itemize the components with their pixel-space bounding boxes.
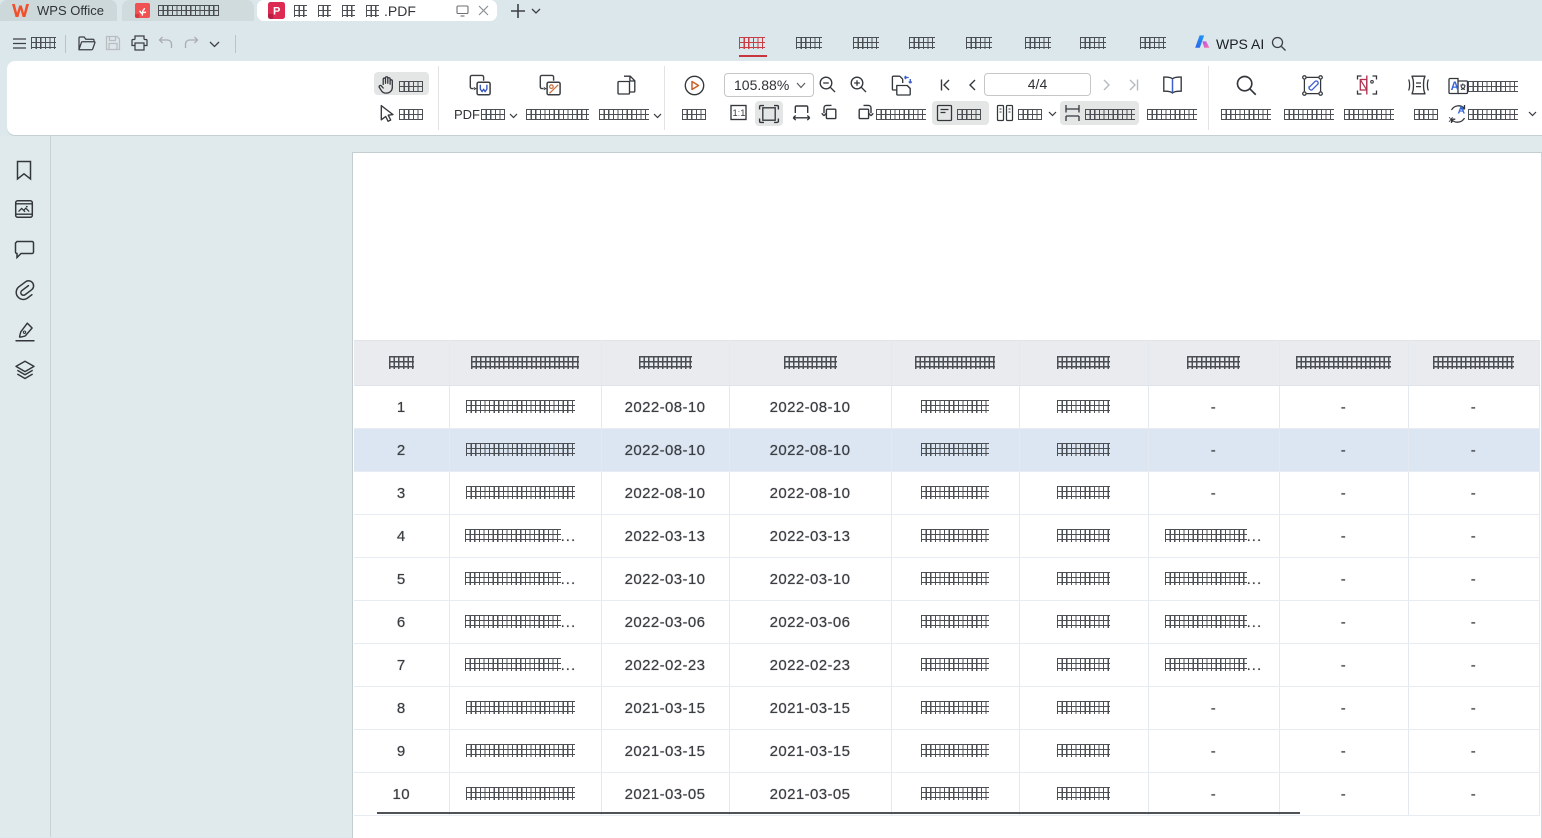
svg-text:A: A: [1451, 81, 1459, 93]
svg-text:P: P: [273, 6, 280, 18]
svg-text:A: A: [1458, 105, 1466, 117]
svg-text:x: x: [1449, 114, 1454, 125]
svg-text:1:1: 1:1: [733, 108, 746, 118]
